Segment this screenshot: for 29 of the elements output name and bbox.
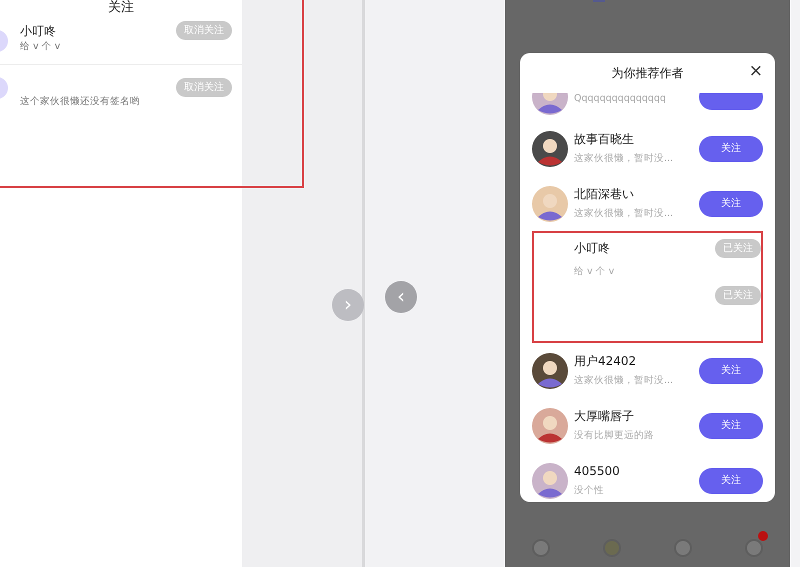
nav-icon[interactable]: [673, 538, 694, 558]
panel-title: 关注: [107, 0, 135, 16]
user-bio: 没有比脚更远的路: [574, 429, 655, 444]
user-bio: Qqqqqqqqqqqqqqq: [574, 93, 667, 106]
user-name: 405500: [574, 463, 621, 480]
follow-button[interactable]: 关注: [699, 468, 763, 494]
follow-button[interactable]: 关注: [699, 190, 763, 216]
nav-icon[interactable]: [530, 538, 551, 558]
user-name: 小叮咚: [574, 240, 611, 257]
follow-button[interactable]: 关注: [699, 136, 763, 162]
nav-icon[interactable]: [744, 538, 764, 558]
user-bio: 这家伙很懒，暂时没...: [574, 207, 674, 222]
close-button[interactable]: ×: [746, 61, 765, 82]
user-name: 故事百晓生: [574, 131, 635, 148]
prev-button[interactable]: ‹: [385, 281, 417, 313]
user-name: 大厚嘴唇子: [574, 408, 635, 426]
user-name: 北陌深巷い: [574, 186, 635, 204]
user-bio: 给 v 个 v: [20, 40, 62, 54]
dialog-title: 为你推荐作者: [612, 65, 684, 82]
tab-indicator: [593, 0, 605, 2]
user-bio: 这家伙很懒，暂时没...: [574, 374, 674, 388]
user-bio: 没个性: [574, 484, 605, 498]
follow-button[interactable]: 关注: [699, 358, 763, 384]
user-name: 小叮咚: [20, 22, 57, 40]
user-bio: 这家伙很懒，暂时没...: [574, 152, 674, 166]
follow-button[interactable]: 关注: [699, 412, 763, 438]
user-bio: 这个家伙很懒还没有签名哟: [20, 95, 141, 110]
user-name: 用户42402: [574, 353, 638, 370]
user-bio: 给 v 个 v: [574, 265, 616, 279]
